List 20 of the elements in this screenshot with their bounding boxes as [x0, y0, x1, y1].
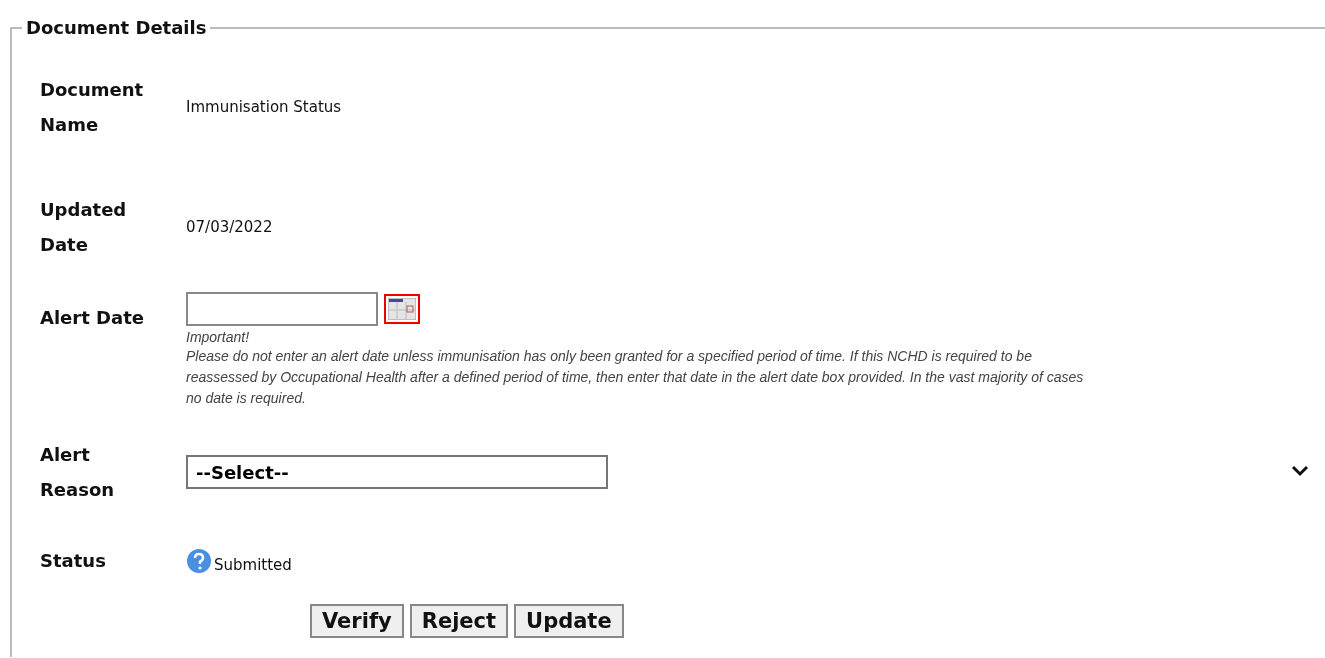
field-label: Alert Reason [40, 443, 116, 502]
alert-reason-dropdown[interactable]: --Select-- [186, 455, 608, 489]
field-label: Document Name [40, 78, 145, 137]
help-icon [186, 547, 212, 574]
alert-date-note: Please do not enter an alert date unless immunisation has only been granted for a specified period of time. If this NCHD is required to be reassessed by Occupational Health after a defined period of time, then enter that date in the alert date box provided. In the vast majority of cases no date is required. [186, 347, 1085, 408]
date-input-field[interactable] [186, 292, 378, 326]
field-value: 07/03/2022 [186, 218, 274, 236]
field-label: Status [40, 549, 107, 573]
important-label: Important! [186, 328, 251, 346]
field-label: Alert Date [40, 306, 145, 330]
field-value: Immunisation Status [186, 98, 343, 116]
action-button[interactable]: Verify [310, 604, 404, 638]
chevron-down-icon [1291, 465, 1309, 477]
calendar-icon [388, 298, 416, 320]
action-button[interactable]: Reject [409, 604, 509, 638]
action-button[interactable]: Update [514, 604, 624, 638]
calendar-button[interactable] [384, 294, 420, 324]
fieldset-legend: Document Details [22, 17, 211, 38]
status-value: Submitted [214, 555, 292, 574]
field-label: Updated Date [40, 198, 128, 257]
